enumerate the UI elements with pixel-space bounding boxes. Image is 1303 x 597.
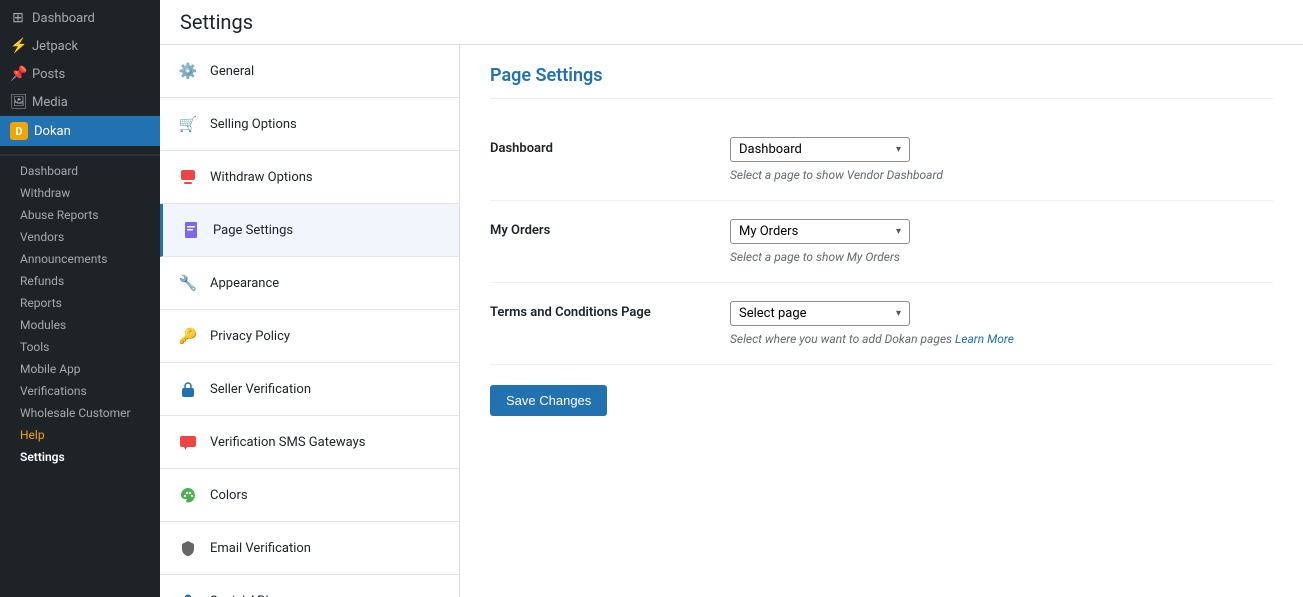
subnav-page-label: Page Settings: [213, 223, 293, 238]
dashboard-icon: ⊞: [10, 10, 26, 26]
subnav-email-verification[interactable]: Email Verification: [160, 522, 459, 575]
admin-sidebar: ⊞ Dashboard ⚡ Jetpack 📌 Posts 🖼 Media D …: [0, 0, 160, 597]
settings-subnav: ⚙️ General 🛒 Selling Options Withdraw Op…: [160, 45, 460, 597]
subnav-withdraw-label: Withdraw Options: [210, 170, 313, 185]
subnav-colors-label: Colors: [210, 488, 248, 503]
page-title: Settings: [160, 0, 1303, 45]
chevron-down-icon: ▾: [896, 308, 901, 319]
field-terms-label: Terms and Conditions Page: [490, 301, 710, 320]
subnav-social-label: Social API: [210, 594, 269, 597]
subnav-selling-options[interactable]: 🛒 Selling Options: [160, 98, 459, 151]
submenu-abuse-reports[interactable]: Abuse Reports: [0, 204, 160, 226]
media-icon: 🖼: [10, 94, 26, 110]
field-dashboard-content: Dashboard ▾ Select a page to show Vendor…: [730, 137, 1273, 182]
field-myorders-label: My Orders: [490, 219, 710, 238]
subnav-verification-sms[interactable]: Verification SMS Gateways: [160, 416, 459, 469]
person-icon: [176, 589, 200, 597]
submenu-verifications[interactable]: Verifications: [0, 380, 160, 402]
nav-dashboard[interactable]: ⊞ Dashboard: [0, 4, 160, 32]
content-body: ⚙️ General 🛒 Selling Options Withdraw Op…: [160, 45, 1303, 597]
submenu-modules[interactable]: Modules: [0, 314, 160, 336]
subnav-general[interactable]: ⚙️ General: [160, 45, 459, 98]
subnav-withdraw-options[interactable]: Withdraw Options: [160, 151, 459, 204]
subnav-privacy-label: Privacy Policy: [210, 329, 290, 344]
field-terms-help: Select where you want to add Dokan pages…: [730, 332, 1273, 346]
submenu-settings[interactable]: Settings: [0, 446, 160, 468]
field-terms: Terms and Conditions Page Select page ▾ …: [490, 283, 1273, 365]
subnav-general-label: General: [210, 64, 254, 79]
field-myorders-help: Select a page to show My Orders: [730, 250, 1273, 264]
field-myorders-content: My Orders ▾ Select a page to show My Ord…: [730, 219, 1273, 264]
terms-select-value: Select page: [739, 306, 807, 321]
nav-jetpack-label: Jetpack: [32, 39, 78, 54]
subnav-selling-label: Selling Options: [210, 117, 297, 132]
learn-more-link[interactable]: Learn More: [955, 332, 1014, 346]
posts-icon: 📌: [10, 66, 26, 82]
chevron-down-icon: ▾: [896, 226, 901, 237]
shield-icon: [176, 536, 200, 560]
subnav-social-api[interactable]: Social API: [160, 575, 459, 597]
nav-dokan[interactable]: D Dokan: [0, 116, 160, 146]
jetpack-icon: ⚡: [10, 38, 26, 54]
subnav-email-label: Email Verification: [210, 541, 311, 556]
submenu-withdraw[interactable]: Withdraw: [0, 182, 160, 204]
field-terms-content: Select page ▾ Select where you want to a…: [730, 301, 1273, 346]
submenu-help[interactable]: Help: [0, 424, 160, 446]
withdraw-icon: [176, 165, 200, 189]
key-icon: 🔑: [176, 324, 200, 348]
field-dashboard-help: Select a page to show Vendor Dashboard: [730, 168, 1273, 182]
subnav-seller-label: Seller Verification: [210, 382, 311, 397]
field-dashboard-label: Dashboard: [490, 137, 710, 156]
terms-select[interactable]: Select page ▾: [730, 301, 910, 326]
cart-icon: 🛒: [176, 112, 200, 136]
subnav-appearance-label: Appearance: [210, 276, 279, 291]
dokan-icon: D: [10, 122, 28, 140]
subnav-privacy-policy[interactable]: 🔑 Privacy Policy: [160, 310, 459, 363]
panel-title: Page Settings: [490, 65, 1273, 99]
subnav-colors[interactable]: Colors: [160, 469, 459, 522]
submenu-mobile-app[interactable]: Mobile App: [0, 358, 160, 380]
submenu-wholesale-customer[interactable]: Wholesale Customer: [0, 402, 160, 424]
admin-nav-top: ⊞ Dashboard ⚡ Jetpack 📌 Posts 🖼 Media D …: [0, 0, 160, 155]
my-orders-select-value: My Orders: [739, 224, 798, 239]
sms-icon: [176, 430, 200, 454]
subnav-appearance[interactable]: 🔧 Appearance: [160, 257, 459, 310]
nav-dokan-label: Dokan: [34, 124, 71, 139]
nav-jetpack[interactable]: ⚡ Jetpack: [0, 32, 160, 60]
nav-media[interactable]: 🖼 Media: [0, 88, 160, 116]
lock-icon: [176, 377, 200, 401]
submenu-announcements[interactable]: Announcements: [0, 248, 160, 270]
save-changes-button[interactable]: Save Changes: [490, 385, 607, 416]
gear-icon: ⚙️: [176, 59, 200, 83]
dokan-submenu: Dashboard Withdraw Abuse Reports Vendors…: [0, 155, 160, 472]
submenu-vendors[interactable]: Vendors: [0, 226, 160, 248]
subnav-page-settings[interactable]: Page Settings: [160, 204, 459, 257]
nav-media-label: Media: [32, 95, 68, 110]
my-orders-select[interactable]: My Orders ▾: [730, 219, 910, 244]
page-icon: [179, 218, 203, 242]
subnav-sms-label: Verification SMS Gateways: [210, 435, 365, 450]
field-my-orders: My Orders My Orders ▾ Select a page to s…: [490, 201, 1273, 283]
chevron-down-icon: ▾: [896, 144, 901, 155]
subnav-seller-verification[interactable]: Seller Verification: [160, 363, 459, 416]
nav-posts[interactable]: 📌 Posts: [0, 60, 160, 88]
submenu-dashboard[interactable]: Dashboard: [0, 160, 160, 182]
settings-panel: Page Settings Dashboard Dashboard ▾ Sele…: [460, 45, 1303, 597]
nav-posts-label: Posts: [32, 67, 65, 82]
field-dashboard: Dashboard Dashboard ▾ Select a page to s…: [490, 119, 1273, 201]
wrench-icon: 🔧: [176, 271, 200, 295]
dashboard-select-value: Dashboard: [739, 142, 802, 157]
submenu-reports[interactable]: Reports: [0, 292, 160, 314]
colors-icon: [176, 483, 200, 507]
nav-dashboard-label: Dashboard: [32, 11, 95, 26]
submenu-refunds[interactable]: Refunds: [0, 270, 160, 292]
dashboard-select[interactable]: Dashboard ▾: [730, 137, 910, 162]
main-area: Settings ⚙️ General 🛒 Selling Options Wi…: [160, 0, 1303, 597]
submenu-tools[interactable]: Tools: [0, 336, 160, 358]
